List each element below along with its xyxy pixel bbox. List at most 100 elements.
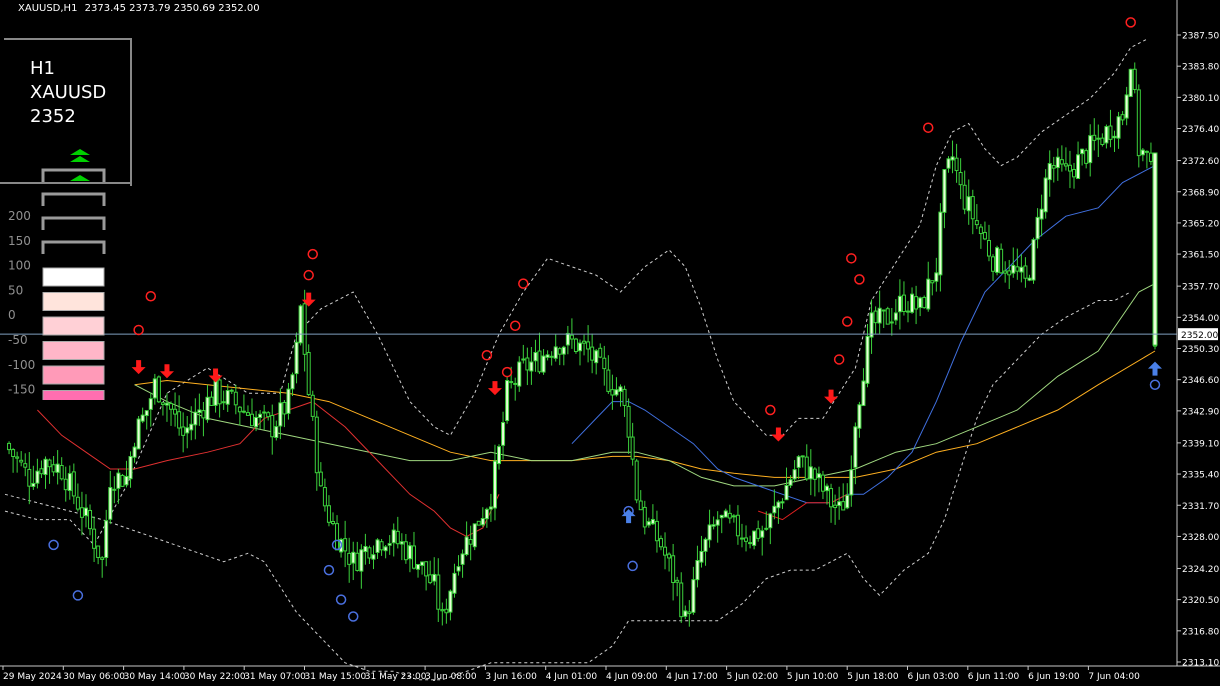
candle-body [982,231,987,240]
candle-body [537,350,542,373]
candle-body [452,572,457,594]
candle-body [55,463,60,473]
candle-body [723,510,728,518]
candle-body [47,459,52,468]
candle-body [561,346,566,355]
candle-body [148,398,153,410]
x-tick-label: 5 Jun 18:00 [847,672,899,682]
candle-body [808,466,813,480]
candle-body [715,519,720,526]
candle-body [480,518,485,526]
candle-body [646,521,651,526]
candle-body [173,408,178,415]
meter-level-label: -150 [8,383,35,397]
candle-body [233,391,238,406]
candle-body [355,552,360,571]
x-tick-label: 4 Jun 09:00 [606,672,658,682]
candle-body [942,169,947,213]
candle-body [695,560,700,581]
candle-body [1076,154,1081,180]
candle-body [112,488,117,491]
candle-body [529,361,534,372]
candle [634,458,639,504]
candle-body [1003,270,1008,274]
candle-body [901,294,906,312]
x-tick-label: 31 May 15:00 [305,672,367,682]
candle-body [861,380,866,407]
candle-body [978,226,983,235]
candle-body [650,518,655,525]
candle-body [776,501,781,509]
candle-body [1047,163,1052,181]
candle-body [1067,164,1072,172]
candle-body [488,506,493,510]
candle-body [1128,68,1133,97]
candle-body [654,520,659,542]
candle-body [197,409,202,414]
candle-body [1063,163,1068,167]
candle-body [707,524,712,541]
meter-up-arrow-icon [70,175,90,181]
candle-body [1031,239,1036,281]
candle-body [1140,149,1145,156]
candle-body [784,485,789,501]
candle-body [391,529,396,544]
candle-body [877,307,882,324]
candle-body [92,528,97,549]
candle-body [792,469,797,480]
candle-body [914,296,919,310]
candle-body [484,508,489,520]
candle-body-last [1152,152,1158,346]
candle-body [193,411,198,426]
candle-body [436,574,441,610]
candle-body [395,530,400,545]
candle-body [347,552,352,565]
candle-body [922,296,927,309]
candle-body [533,352,538,362]
y-tick-label: 2383.80 [1182,63,1219,73]
candle-body [752,530,757,546]
candle-body [517,361,522,387]
candle-body [282,401,287,415]
candle-body [934,272,939,282]
meter-empty-slot [41,192,106,206]
candle-body [1108,125,1113,140]
candle-body [476,520,481,526]
candle-body [756,528,761,539]
candle-body [796,456,801,468]
meter-bar [42,390,105,400]
candle-body [687,611,692,615]
candle-body [671,555,676,584]
candle-body [610,389,615,396]
candle-body [379,541,384,551]
candle-body [541,355,546,373]
symbol-timeframe: XAUUSD,H1 [18,3,78,14]
x-tick-label: 7 Jun 04:00 [1088,672,1140,682]
candle-body [181,426,186,436]
candle-body [970,196,975,220]
candle-body [683,610,688,617]
y-tick-label: 2335.40 [1182,471,1219,481]
candle-body [416,563,421,570]
candle-body [667,553,672,559]
candle-body [586,341,591,350]
candle-body [27,468,32,487]
candle-body [1019,266,1024,273]
candle-body [241,410,246,413]
candle-body [1015,266,1020,272]
candle [120,473,125,487]
candle-body [335,523,340,551]
price-chart[interactable]: 2352.00 2387.50 2383.80 2380.10 2376.40 2372… [0,0,1220,686]
candle [1128,68,1133,98]
candle-body [735,514,740,537]
y-tick-label: 2354.00 [1182,314,1219,324]
meter-level-label: 150 [8,234,31,248]
meter-bar [42,292,105,311]
candle-body [703,538,708,552]
candle-body [460,553,465,565]
candle-body [768,513,773,529]
meter-bar [42,267,105,287]
candle-body [812,468,817,480]
candle-body [424,561,429,577]
candle-body [375,539,380,553]
